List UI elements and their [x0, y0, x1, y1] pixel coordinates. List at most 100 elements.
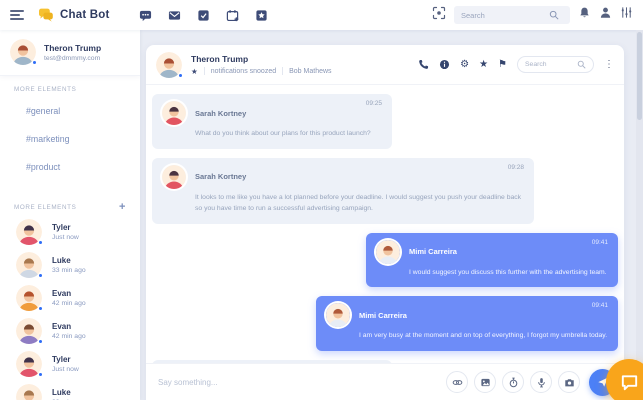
- online-dot: [32, 60, 37, 65]
- chat-header: Theron Trump ★ notifications snoozed Bob…: [146, 45, 624, 85]
- sidebar: Theron Trump test@dmmmy.com MORE ELEMENT…: [0, 30, 140, 400]
- settings-icon[interactable]: ⚙: [460, 60, 469, 70]
- divider: [204, 67, 205, 75]
- online-dot: [38, 339, 43, 344]
- user-list-item[interactable]: Evan 42 min ago: [0, 281, 140, 314]
- user-name: Tyler: [52, 355, 79, 364]
- user-last-seen: 42 min ago: [52, 333, 86, 340]
- message-text: It looks to me like you have a lot plann…: [195, 192, 524, 215]
- star-icon[interactable]: ★: [191, 68, 198, 75]
- avatar: [16, 318, 42, 344]
- message-bubble: 09:25 Sarah Kortney What do you think ab…: [152, 94, 392, 149]
- calendar-icon[interactable]: [223, 5, 243, 25]
- focus-icon[interactable]: [432, 6, 446, 25]
- channels-section-label: MORE ELEMENTS: [0, 76, 140, 97]
- sidebar-item-product[interactable]: #product: [0, 153, 140, 181]
- chat-title: Theron Trump: [191, 54, 332, 64]
- message-input[interactable]: [158, 378, 446, 387]
- chat-header-actions: ⚙ ★ ⚑ ⋮: [418, 56, 614, 73]
- user-icon[interactable]: [599, 6, 612, 24]
- more-options-icon[interactable]: ⋮: [604, 59, 614, 70]
- user-name: Evan: [52, 289, 86, 298]
- info-icon[interactable]: [439, 59, 450, 70]
- chat-icon[interactable]: [136, 5, 156, 25]
- message-author: Mimi Carreira: [359, 311, 407, 320]
- online-dot: [178, 73, 183, 78]
- avatar: [16, 384, 42, 400]
- link-icon[interactable]: [446, 371, 468, 393]
- avatar: [162, 101, 186, 125]
- timer-icon[interactable]: [502, 371, 524, 393]
- user-last-seen: 42 min ago: [52, 300, 86, 307]
- search-icon[interactable]: [549, 10, 559, 20]
- profile-email: test@dmmmy.com: [44, 55, 101, 62]
- chat-widget-button[interactable]: [606, 359, 643, 400]
- bookmark-icon[interactable]: [252, 5, 272, 25]
- profile-name: Theron Trump: [44, 43, 101, 53]
- users-section-label: MORE ELEMENTS +: [0, 181, 140, 215]
- avatar: [156, 52, 182, 78]
- topbar-right: [432, 6, 633, 25]
- mic-icon[interactable]: [530, 371, 552, 393]
- user-list-item[interactable]: Tyler Just now: [0, 347, 140, 380]
- filters-icon[interactable]: [620, 6, 633, 24]
- message-author: Sarah Kortney: [195, 109, 246, 118]
- chat-app-window: Chat Bot: [0, 0, 643, 400]
- user-list-item[interactable]: Luke 33 min ago: [0, 248, 140, 281]
- message-author: Mimi Carreira: [409, 247, 457, 256]
- divider: [282, 67, 283, 75]
- mail-icon[interactable]: [165, 5, 185, 25]
- chat-search: [517, 56, 594, 73]
- chat-search-input[interactable]: [525, 61, 573, 68]
- sidebar-item-general[interactable]: #general: [0, 97, 140, 125]
- image-icon[interactable]: [474, 371, 496, 393]
- user-list-item[interactable]: Luke 33 min ago: [0, 380, 140, 400]
- menu-icon[interactable]: [10, 8, 24, 22]
- tasks-icon[interactable]: [194, 5, 214, 25]
- camera-icon[interactable]: [558, 371, 580, 393]
- chat-bubble-logo-icon: [38, 8, 54, 22]
- online-dot: [38, 306, 43, 311]
- page-scrollbar: [636, 30, 643, 400]
- user-last-seen: Just now: [52, 366, 79, 373]
- message-time: 09:28: [508, 164, 524, 171]
- message-time: 09:41: [592, 302, 608, 309]
- user-last-seen: 33 min ago: [52, 267, 86, 274]
- avatar: [326, 303, 350, 327]
- avatar: [16, 219, 42, 245]
- composer-actions: [446, 369, 616, 396]
- flag-icon[interactable]: ⚑: [498, 60, 507, 70]
- avatar: [16, 252, 42, 278]
- avatar: [10, 39, 36, 65]
- topbar-nav-icons: [136, 5, 272, 25]
- message-bubble: 09:41 Mimi Carreira I am very busy at th…: [316, 296, 618, 351]
- user-name: Tyler: [52, 223, 79, 232]
- search-icon[interactable]: [577, 60, 586, 69]
- avatar: [162, 165, 186, 189]
- message-composer: [146, 363, 624, 400]
- sidebar-item-marketing[interactable]: #marketing: [0, 125, 140, 153]
- chat-status-row: ★ notifications snoozed Bob Mathews: [191, 67, 332, 75]
- chat-widget-icon: [619, 372, 640, 393]
- user-name: Evan: [52, 322, 86, 331]
- user-name: Luke: [52, 388, 86, 397]
- message-bubble: 09:41 Mimi Carreira I would suggest you …: [366, 233, 618, 288]
- global-search-input[interactable]: [461, 11, 549, 20]
- user-list-item[interactable]: Tyler Just now: [0, 215, 140, 248]
- message-list[interactable]: 09:25 Sarah Kortney What do you think ab…: [146, 86, 624, 371]
- online-dot: [38, 372, 43, 377]
- bell-icon[interactable]: [578, 6, 591, 25]
- scrollbar-thumb[interactable]: [637, 32, 642, 120]
- add-user-button[interactable]: +: [119, 203, 126, 211]
- participant-name: Bob Mathews: [289, 68, 331, 75]
- main-content: Theron Trump ★ notifications snoozed Bob…: [140, 30, 643, 400]
- message-text: I am very busy at the moment and on top …: [359, 330, 608, 342]
- user-list-item[interactable]: Evan 42 min ago: [0, 314, 140, 347]
- profile-card[interactable]: Theron Trump test@dmmmy.com: [0, 30, 140, 76]
- star-icon[interactable]: ★: [479, 60, 488, 70]
- message-author: Sarah Kortney: [195, 172, 246, 181]
- message-time: 09:25: [366, 100, 382, 107]
- phone-icon[interactable]: [418, 59, 429, 70]
- message-text: What do you think about our plans for th…: [195, 128, 382, 140]
- app-title: Chat Bot: [60, 9, 110, 21]
